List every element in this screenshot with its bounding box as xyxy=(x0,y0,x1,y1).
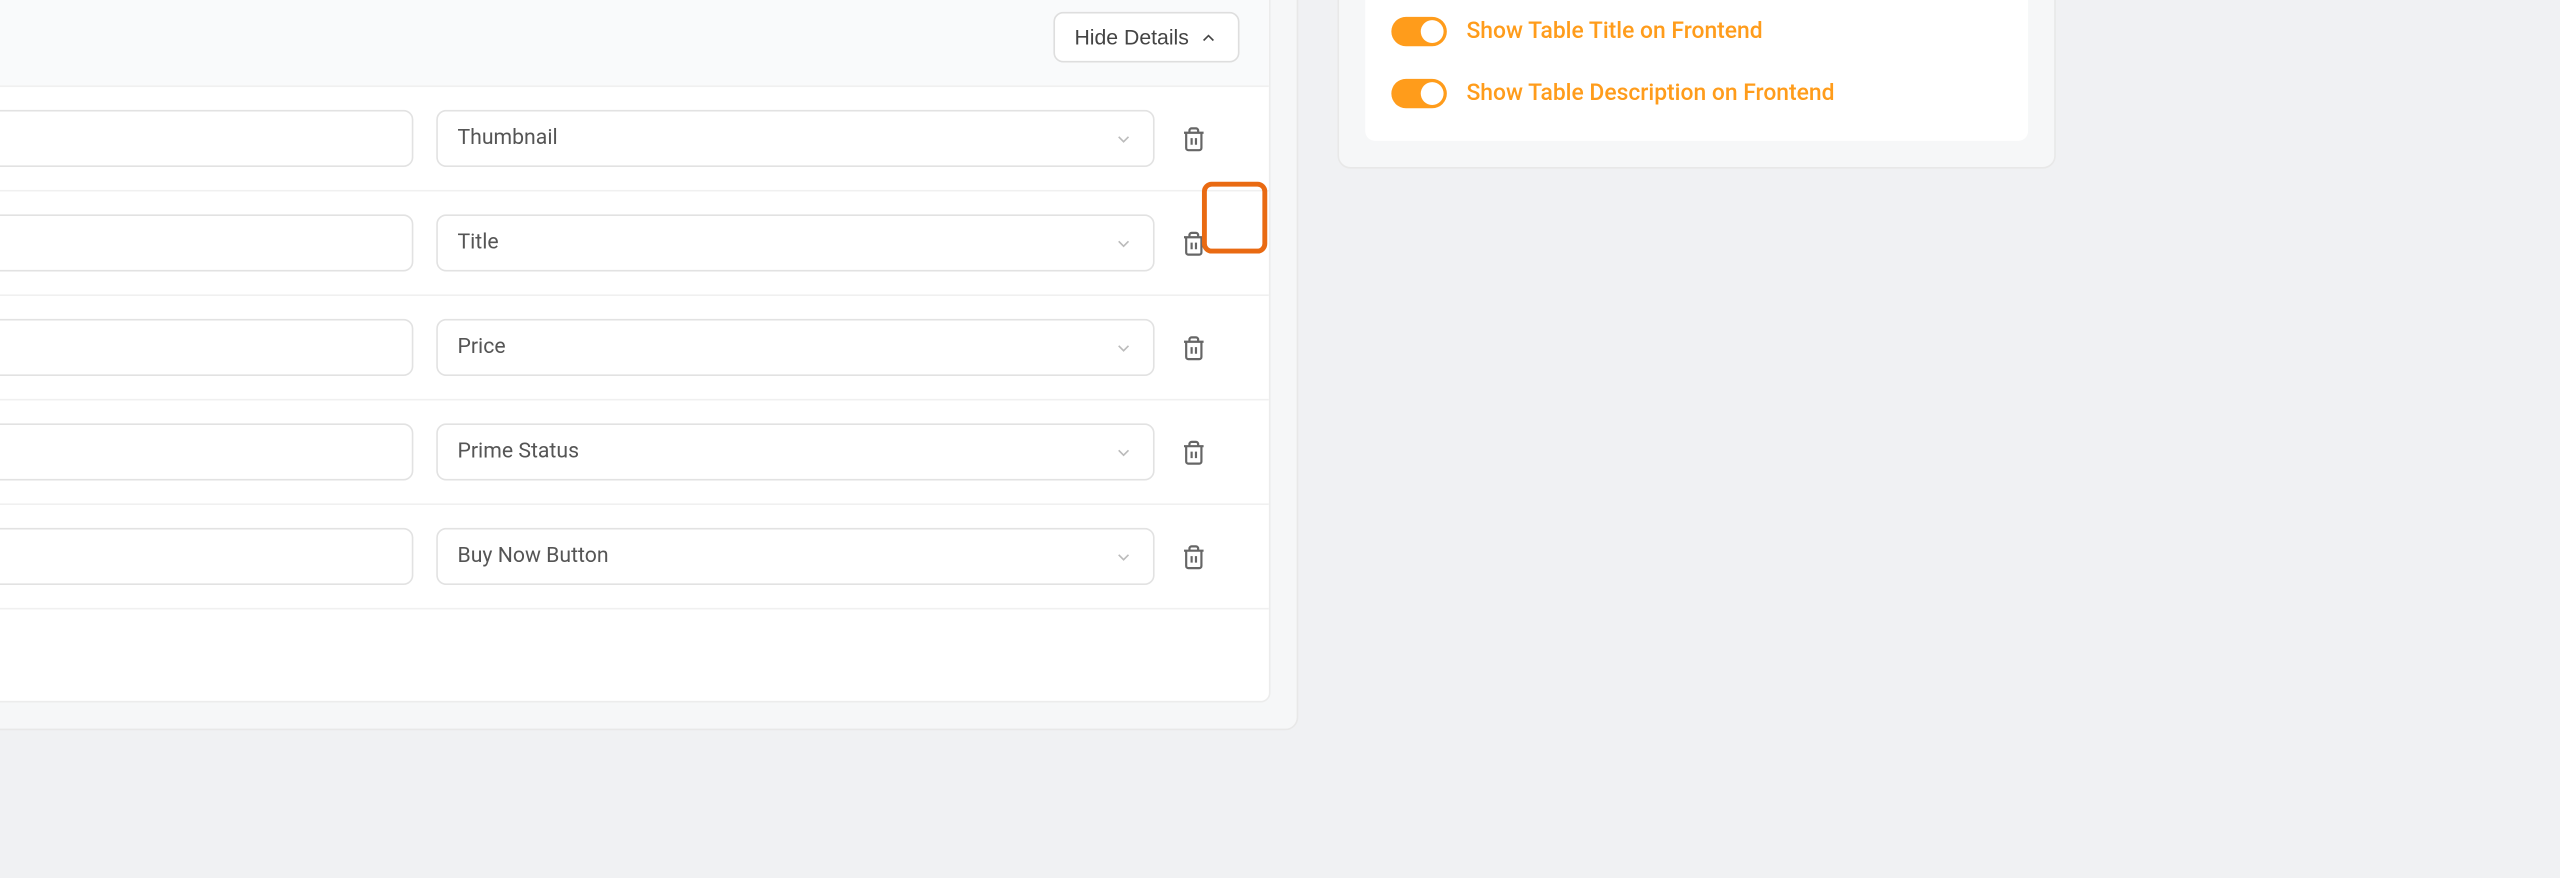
delete-row-button[interactable] xyxy=(1177,540,1210,573)
row-label-input[interactable] xyxy=(0,319,413,376)
row-label-input[interactable] xyxy=(0,528,413,585)
row-label-input[interactable] xyxy=(0,423,413,480)
row-type-select[interactable]: Thumbnail xyxy=(436,110,1154,167)
row-type-value: Prime Status xyxy=(457,440,579,464)
row-type-select[interactable]: Buy Now Button xyxy=(436,528,1154,585)
row-type-value: Thumbnail xyxy=(457,126,557,150)
appearance-toggle[interactable] xyxy=(1391,17,1447,46)
hide-details-label: Hide Details xyxy=(1074,25,1188,49)
table-row: Prime Status xyxy=(0,401,1269,505)
row-label-input[interactable] xyxy=(0,214,413,271)
compared-rows-panel: Compared Rows Rows Hide Details Thumbnai… xyxy=(0,0,1298,730)
appearance-toggle-row: Show Table Description on Frontend xyxy=(1391,63,2002,125)
appearance-toggle[interactable] xyxy=(1391,79,1447,108)
row-type-value: Price xyxy=(457,335,505,359)
appearance-toggle-label: Show Table Description on Frontend xyxy=(1466,81,1834,107)
hide-details-button[interactable]: Hide Details xyxy=(1053,12,1239,63)
table-row: Price xyxy=(0,296,1269,400)
rows-inner-header: Rows Hide Details xyxy=(0,0,1269,87)
table-row: Buy Now Button xyxy=(0,505,1269,609)
table-row: Thumbnail xyxy=(0,87,1269,191)
rows-inner-panel: Rows Hide Details Thumbnail Title Price Pri… xyxy=(0,0,1271,703)
row-type-select[interactable]: Price xyxy=(436,319,1154,376)
row-type-select[interactable]: Title xyxy=(436,214,1154,271)
delete-row-button[interactable] xyxy=(1177,331,1210,364)
delete-row-button[interactable] xyxy=(1177,436,1210,469)
rows-list: Thumbnail Title Price Prime Status Buy Now B… xyxy=(0,87,1269,609)
table-row: Title xyxy=(0,192,1269,296)
appearance-panel: Appearance Settings Show Table Title on … xyxy=(1337,0,2055,169)
delete-row-button[interactable] xyxy=(1177,122,1210,155)
row-type-value: Buy Now Button xyxy=(457,544,608,568)
row-type-select[interactable]: Prime Status xyxy=(436,423,1154,480)
row-type-value: Title xyxy=(457,231,498,255)
chevron-up-icon xyxy=(1199,27,1219,47)
appearance-toggle-label: Show Table Title on Frontend xyxy=(1466,18,1762,44)
appearance-toggle-row: Show Table Title on Frontend xyxy=(1391,0,2002,62)
delete-row-button[interactable] xyxy=(1177,227,1210,260)
appearance-body: Show Table Title on Frontend Show Table D… xyxy=(1365,0,2028,141)
row-label-input[interactable] xyxy=(0,110,413,167)
